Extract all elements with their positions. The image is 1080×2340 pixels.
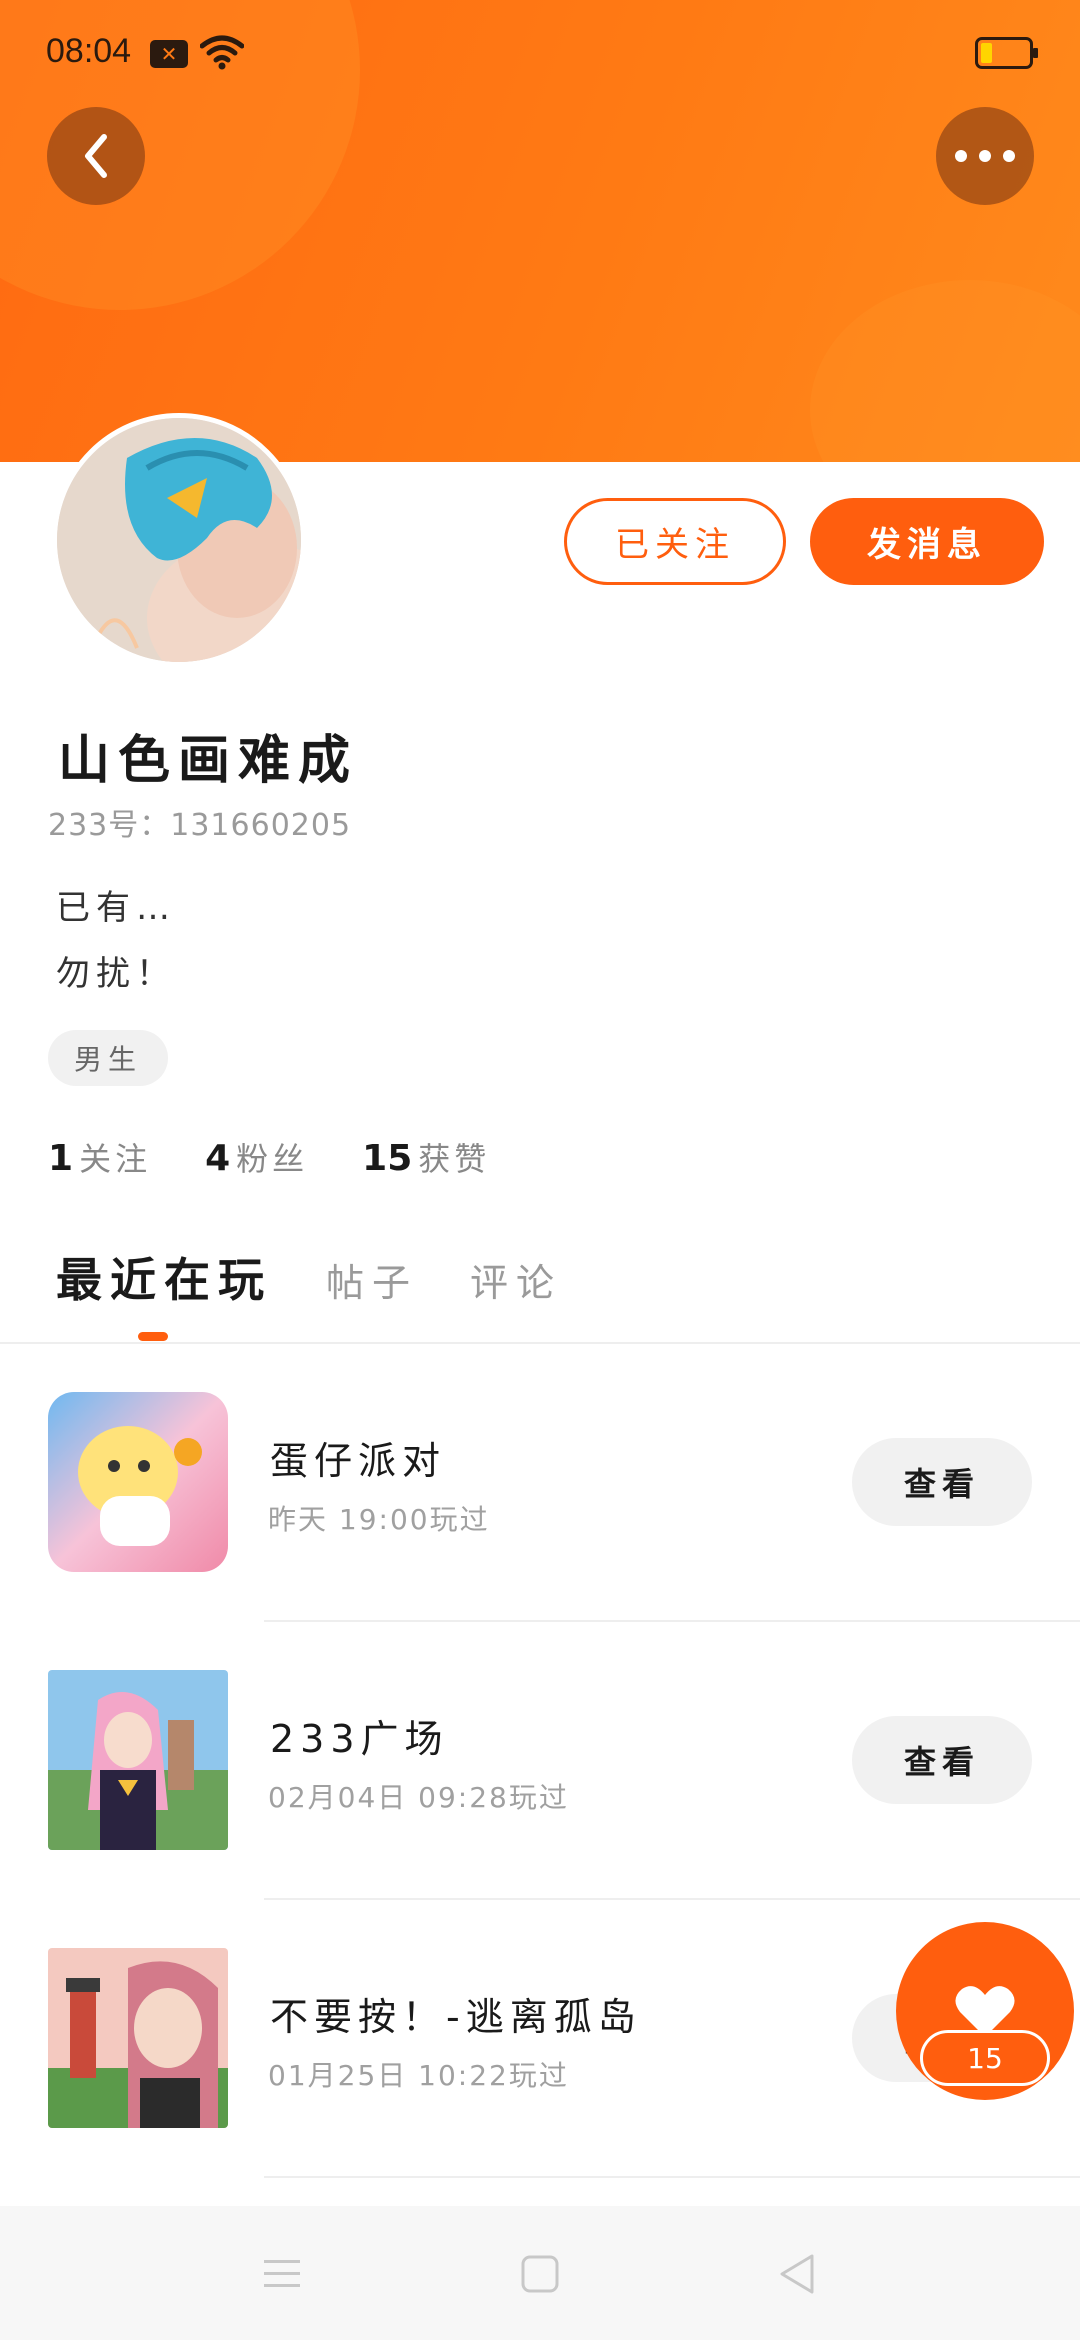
stat-number: 1 (48, 1138, 74, 1179)
game-played-time: 01月25日 10:22玩过 (268, 2059, 569, 2092)
notification-icon: ✕ (150, 40, 188, 68)
game-played-time: 昨天 19:00玩过 (268, 1503, 490, 1536)
avatar[interactable] (52, 413, 306, 667)
header-decoration (810, 280, 1080, 462)
game-played-time: 02月04日 09:28玩过 (268, 1781, 569, 1814)
home-square-icon (521, 2255, 559, 2293)
more-dots-icon (955, 150, 1015, 162)
profile-stats: 1 关注 4 粉丝 15 获赞 (48, 1134, 544, 1184)
status-bar: 08:04 ✕ (0, 0, 1080, 110)
divider (264, 1620, 1080, 1622)
send-message-button[interactable]: 发消息 (810, 498, 1044, 585)
like-count-badge: 15 (920, 2030, 1050, 2086)
system-nav-bar (0, 2206, 1080, 2340)
avatar-image (57, 418, 301, 662)
game-icon (48, 1392, 228, 1572)
back-button[interactable] (47, 107, 145, 205)
bio-line: 勿扰！ (56, 954, 176, 994)
stat-likes[interactable]: 15 获赞 (362, 1134, 490, 1180)
stat-label: 关注 (79, 1140, 152, 1178)
divider (264, 1898, 1080, 1900)
user-id: 233号：131660205 (48, 808, 352, 843)
chevron-left-icon (85, 134, 107, 178)
wifi-icon (200, 35, 244, 70)
menu-icon (264, 2260, 300, 2287)
tab-comments[interactable]: 评论 (470, 1252, 562, 1307)
stat-number: 4 (205, 1138, 231, 1179)
divider (264, 2176, 1080, 2178)
tab-indicator (138, 1332, 168, 1341)
nav-menu-button[interactable] (252, 2244, 312, 2304)
stat-label: 粉丝 (236, 1140, 309, 1178)
tab-posts[interactable]: 帖子 (326, 1252, 418, 1307)
list-item[interactable]: 蛋仔派对 昨天 19:00玩过 查看 (0, 1392, 1080, 1670)
battery-icon (975, 37, 1038, 69)
view-button[interactable]: 查看 (852, 1716, 1032, 1804)
stat-following[interactable]: 1 关注 (48, 1134, 151, 1180)
stat-number: 15 (362, 1138, 413, 1179)
username: 山色画难成 (58, 731, 359, 791)
nav-home-button[interactable] (510, 2244, 570, 2304)
more-button[interactable] (936, 107, 1034, 205)
game-title: 不要按！-逃离孤岛 (270, 1995, 642, 2039)
game-title: 233广场 (270, 1717, 449, 1761)
game-title: 蛋仔派对 (270, 1439, 447, 1483)
profile-tabs: 最近在玩 帖子 评论 (0, 1242, 1080, 1344)
stat-label: 获赞 (418, 1140, 491, 1178)
status-time: 08:04 (46, 32, 132, 70)
profile-header: 08:04 ✕ (0, 0, 1080, 462)
game-icon (48, 1948, 228, 2128)
view-button[interactable]: 查看 (852, 1438, 1032, 1526)
gender-tag: 男生 (48, 1030, 168, 1086)
list-item[interactable]: 233广场 02月04日 09:28玩过 查看 (0, 1670, 1080, 1948)
stat-followers[interactable]: 4 粉丝 (205, 1134, 308, 1180)
tab-recent-played[interactable]: 最近在玩 (56, 1244, 272, 1310)
followed-button[interactable]: 已关注 (564, 498, 786, 585)
game-icon (48, 1670, 228, 1850)
nav-back-button[interactable] (766, 2244, 826, 2304)
back-triangle-icon (780, 2254, 814, 2294)
bio-line: 已有… (56, 888, 176, 928)
